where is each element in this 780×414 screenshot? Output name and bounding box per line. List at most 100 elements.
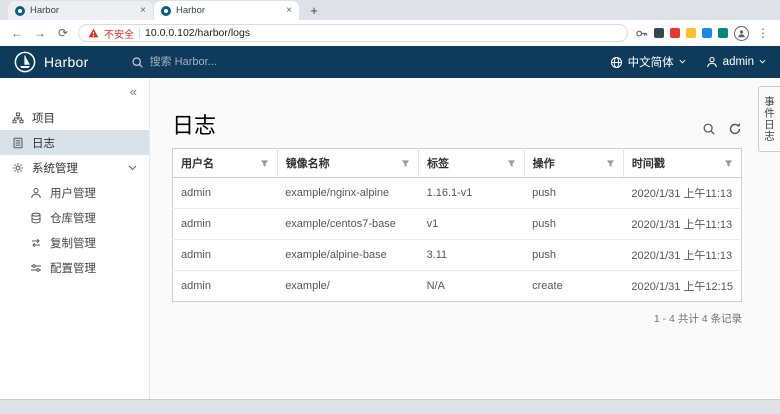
profile-avatar[interactable] (734, 26, 749, 41)
log-table-head-row: 用户名 镜像名称标签 操作时间戳 (173, 149, 742, 178)
filter-icon[interactable] (401, 159, 410, 168)
sidebar-item-logs[interactable]: 日志 (0, 130, 149, 155)
log-table-cell: 1.16.1-v1 (419, 178, 525, 209)
event-log-tab[interactable]: 事件日志 (758, 86, 780, 152)
extension-icon[interactable] (670, 28, 680, 38)
language-label: 中文简体 (628, 54, 674, 70)
users-icon (30, 187, 42, 199)
sidebar-item-registries[interactable]: 仓库管理 (0, 205, 149, 230)
log-table-cell: example/nginx-alpine (277, 178, 418, 209)
tab-strip: Harbor × Harbor × + (0, 0, 780, 20)
title-row: 日志 (172, 78, 742, 138)
table-refresh-icon[interactable] (728, 122, 742, 136)
chevron-down-icon (759, 59, 766, 66)
log-table-cell: create (524, 271, 623, 302)
key-icon[interactable] (635, 27, 648, 40)
global-search-input[interactable] (150, 56, 340, 68)
tab-title: Harbor (30, 5, 135, 16)
search-icon (131, 56, 144, 69)
filter-icon[interactable] (606, 159, 615, 168)
log-table-cell: push (524, 209, 623, 240)
not-secure-label: 不安全 (104, 26, 134, 41)
log-table-cell: push (524, 240, 623, 271)
sidebar-item-label: 项目 (32, 110, 55, 126)
url-text: 10.0.0.102/harbor/logs (145, 27, 250, 39)
log-table-row[interactable]: adminexample/alpine-base3.11push2020/1/3… (173, 240, 742, 271)
sidebar: « 项目 日志 系统管理 (0, 78, 150, 399)
filter-icon[interactable] (507, 159, 516, 168)
new-tab-button[interactable]: + (306, 2, 322, 18)
page-title: 日志 (172, 114, 216, 138)
log-table-cell: v1 (419, 209, 525, 240)
not-secure-warning-icon[interactable] (88, 28, 99, 38)
log-table-body: adminexample/nginx-alpine1.16.1-v1push20… (173, 178, 742, 302)
column-header-label: 用户名 (181, 155, 214, 171)
back-button[interactable]: ← (9, 26, 25, 40)
sidebar-collapse-button[interactable]: « (0, 80, 149, 105)
filter-icon[interactable] (260, 159, 269, 168)
column-header: 时间戳 (623, 149, 741, 178)
log-table-row[interactable]: adminexample/nginx-alpine1.16.1-v1push20… (173, 178, 742, 209)
globe-icon (610, 56, 623, 69)
harbor-favicon (161, 6, 171, 16)
browser-menu-icon[interactable]: ⋮ (755, 26, 771, 40)
user-label: admin (723, 56, 754, 68)
extension-icon[interactable] (654, 28, 664, 38)
harbor-logo (14, 51, 36, 73)
extension-icon[interactable] (718, 28, 728, 38)
sidebar-item-label: 复制管理 (50, 235, 96, 251)
forward-button[interactable]: → (32, 26, 48, 40)
language-selector[interactable]: 中文简体 (610, 54, 686, 70)
registry-icon (30, 212, 42, 224)
log-table-cell: admin (173, 209, 278, 240)
extension-icon[interactable] (686, 28, 696, 38)
log-table-cell: example/ (277, 271, 418, 302)
column-header-label: 时间戳 (632, 155, 665, 171)
close-tab-icon[interactable]: × (140, 5, 146, 16)
sidebar-item-label: 系统管理 (32, 160, 78, 176)
sidebar-item-configuration[interactable]: 配置管理 (0, 255, 149, 280)
sidebar-item-projects[interactable]: 项目 (0, 105, 149, 130)
browser-tab-1[interactable]: Harbor × (8, 1, 153, 20)
filter-icon[interactable] (724, 159, 733, 168)
window-bottom-strip (0, 399, 780, 414)
sidebar-item-administration[interactable]: 系统管理 (0, 155, 149, 180)
refresh-button[interactable]: ⟳ (55, 26, 71, 40)
log-table: 用户名镜像名称标签操作时间戳 adminexample/nginx-alpine… (172, 148, 742, 302)
log-table-cell: 3.11 (419, 240, 525, 271)
column-header: 镜像名称 (277, 149, 418, 178)
extension-icon[interactable] (702, 28, 712, 38)
table-search-icon[interactable] (702, 122, 716, 136)
log-table-cell: example/alpine-base (277, 240, 418, 271)
log-table-cell: admin (173, 240, 278, 271)
log-table-row[interactable]: adminexample/centos7-basev1push2020/1/31… (173, 209, 742, 240)
sidebar-item-users[interactable]: 用户管理 (0, 180, 149, 205)
log-table-cell: example/centos7-base (277, 209, 418, 240)
log-table-cell: push (524, 178, 623, 209)
logs-icon (12, 137, 24, 149)
log-table-row[interactable]: adminexample/N/Acreate2020/1/31 上午12:15 (173, 271, 742, 302)
close-tab-icon[interactable]: × (286, 5, 292, 16)
toolbar-icons: ⋮ (635, 26, 771, 41)
column-header: 标签 (419, 149, 525, 178)
column-header: 操作 (524, 149, 623, 178)
browser-tab-2[interactable]: Harbor × (154, 1, 299, 20)
chevron-down-icon[interactable] (128, 165, 137, 171)
log-table-cell: 2020/1/31 上午11:13 (623, 178, 741, 209)
sidebar-item-label: 用户管理 (50, 185, 96, 201)
replication-icon (30, 237, 42, 249)
log-table-cell: N/A (419, 271, 525, 302)
brand-name: Harbor (44, 54, 89, 70)
browser-toolbar: ← → ⟳ 不安全 10.0.0.102/harbor/logs ⋮ (0, 20, 780, 46)
sidebar-item-replication[interactable]: 复制管理 (0, 230, 149, 255)
url-divider (139, 28, 140, 38)
column-header-label: 标签 (427, 155, 449, 171)
log-table-cell: 2020/1/31 上午11:13 (623, 209, 741, 240)
user-menu[interactable]: admin (706, 56, 766, 68)
address-bar[interactable]: 不安全 10.0.0.102/harbor/logs (78, 24, 628, 42)
projects-icon (12, 112, 24, 124)
log-table-cell: 2020/1/31 上午12:15 (623, 271, 741, 302)
harbor-favicon (15, 6, 25, 16)
user-icon (706, 56, 718, 68)
extension-icons (654, 28, 728, 38)
